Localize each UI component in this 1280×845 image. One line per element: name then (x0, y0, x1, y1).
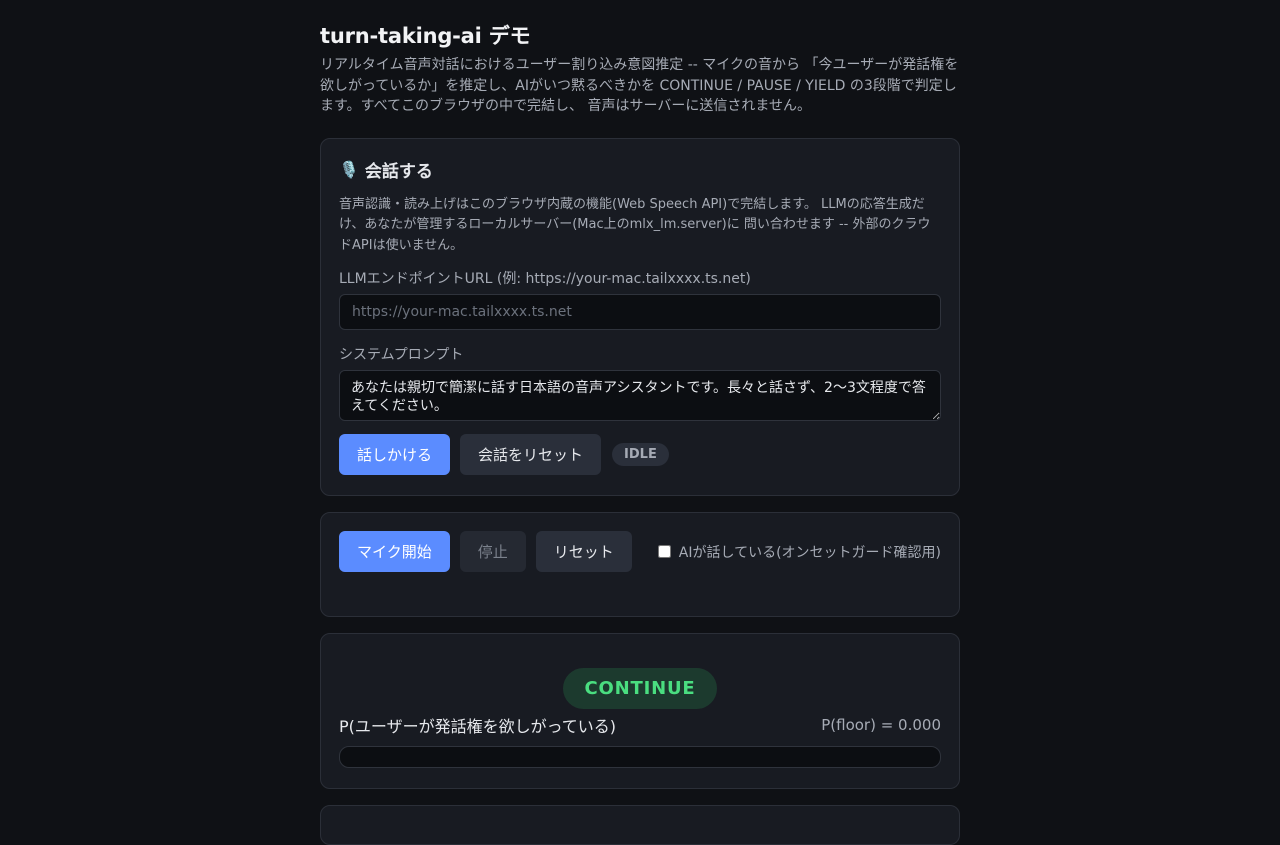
mic-card: マイク開始 停止 リセット AIが話している(オンセットガード確認用) (320, 512, 960, 617)
probability-label: P(ユーザーが発話権を欲しがっている) (339, 717, 617, 736)
talk-button[interactable]: 話しかける (339, 434, 451, 475)
next-card (320, 805, 960, 845)
conversation-description: 音声認識・読み上げはこのブラウザ内蔵の機能(Web Speech API)で完結… (339, 196, 931, 253)
system-prompt-label: システムプロンプト (339, 347, 464, 363)
probability-row: P(ユーザーが発話権を欲しがっている) P(floor) = 0.000 (339, 713, 941, 737)
page-title: turn-taking-ai デモ (320, 24, 531, 48)
conversation-title-text: 会話する (364, 161, 433, 182)
system-prompt-textarea[interactable] (339, 370, 941, 421)
probability-bar (339, 746, 941, 768)
mic-reset-button[interactable]: リセット (535, 531, 632, 572)
decision-state-badge: CONTINUE (563, 668, 717, 709)
reset-conversation-button[interactable]: 会話をリセット (460, 434, 602, 475)
page: turn-taking-ai デモ リアルタイム音声対話におけるユーザー割り込み… (320, 0, 960, 845)
decision-card: CONTINUE P(ユーザーが発話権を欲しがっている) P(floor) = … (320, 633, 960, 789)
page-description: リアルタイム音声対話におけるユーザー割り込み意図推定 -- マイクの音から 「今… (320, 57, 959, 114)
probability-value: P(floor) = 0.000 (821, 716, 941, 734)
mic-controls: マイク開始 停止 リセット AIが話している(オンセットガード確認用) (339, 531, 941, 572)
conversation-status-badge: IDLE (612, 443, 669, 466)
conversation-controls: 話しかける 会話をリセット IDLE (339, 434, 941, 475)
endpoint-label: LLMエンドポイントURL (例: https://your-mac.tailx… (339, 271, 751, 287)
mic-start-button[interactable]: マイク開始 (339, 531, 450, 572)
conversation-card-title: 🎙️ 会話する (339, 157, 941, 182)
microphone-icon: 🎙️ (339, 159, 359, 179)
endpoint-url-input[interactable] (339, 294, 941, 330)
ai-speaking-checkbox[interactable] (657, 545, 671, 558)
mic-stop-button[interactable]: 停止 (459, 531, 526, 572)
ai-speaking-toggle[interactable]: AIが話している(オンセットガード確認用) (657, 542, 941, 562)
ai-speaking-label: AIが話している(オンセットガード確認用) (678, 544, 941, 561)
conversation-card: 🎙️ 会話する 音声認識・読み上げはこのブラウザ内蔵の機能(Web Speech… (320, 137, 960, 496)
